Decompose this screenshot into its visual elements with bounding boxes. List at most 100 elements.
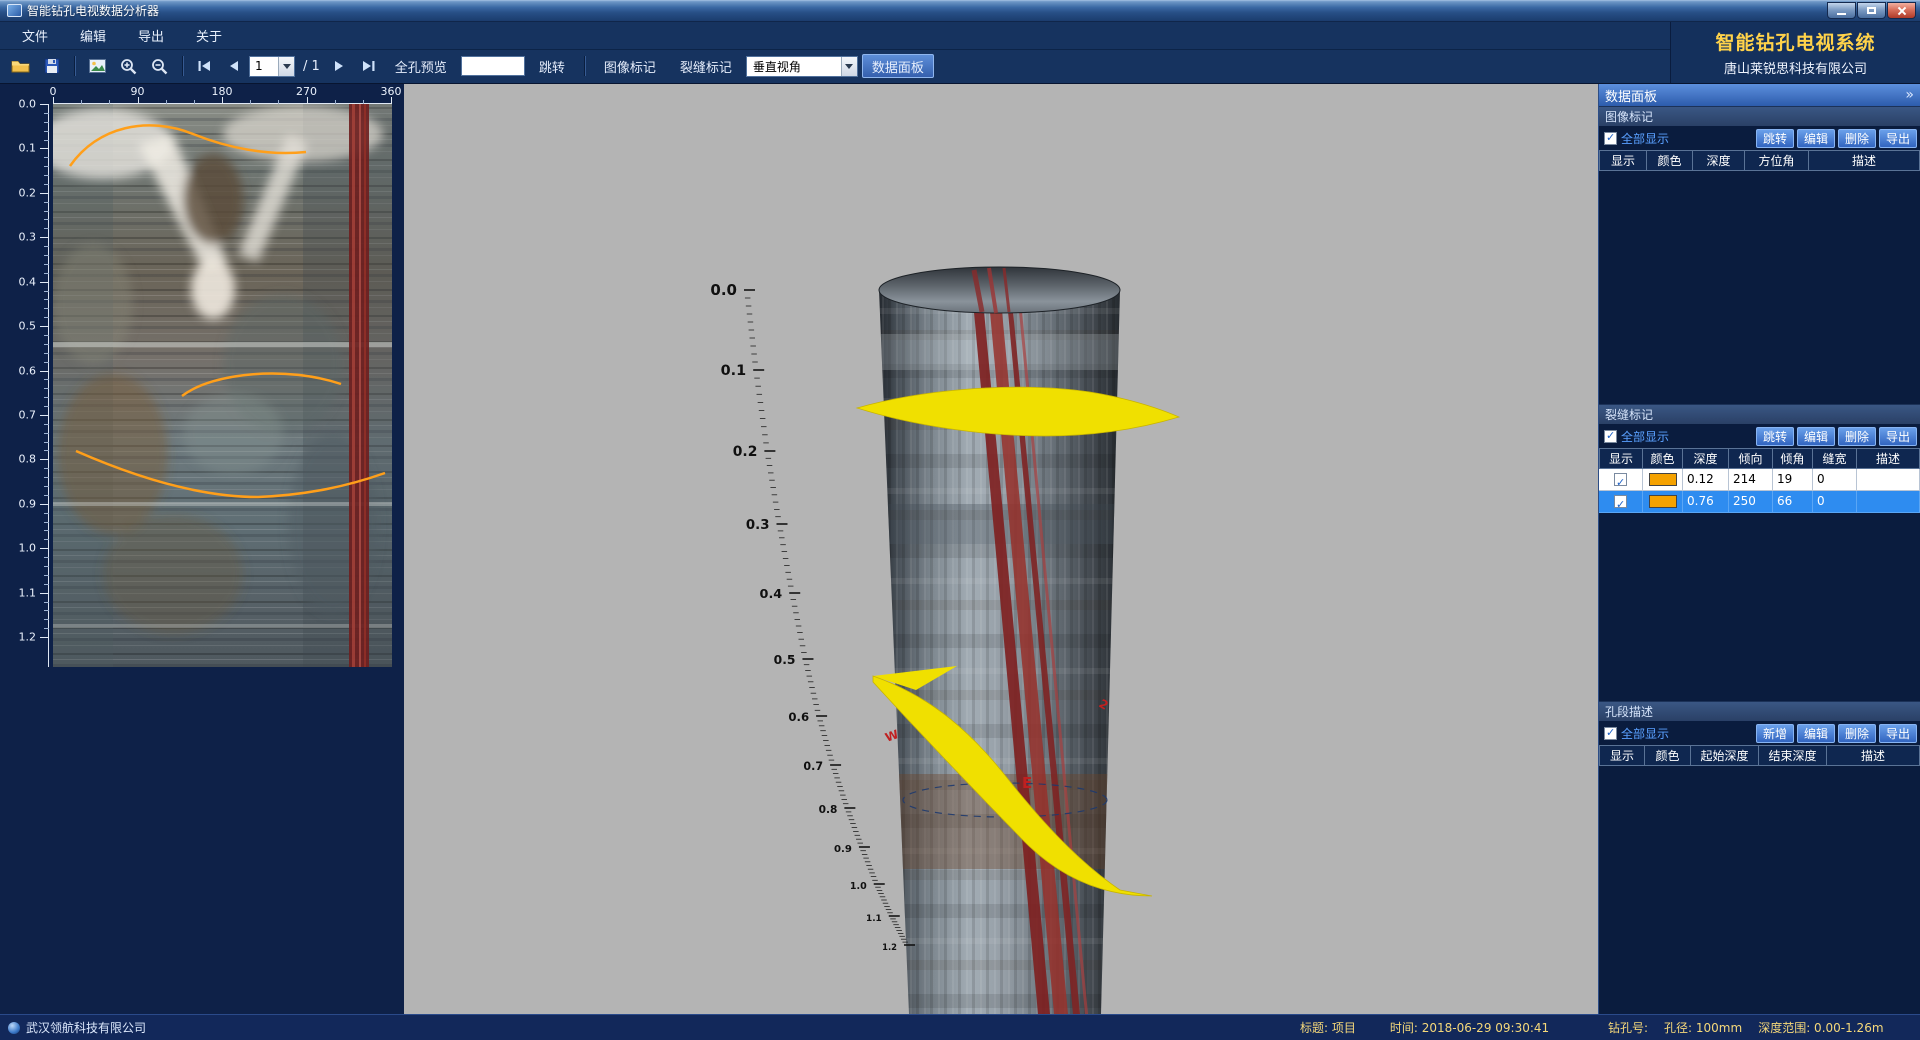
prev-page-button[interactable] (221, 54, 245, 78)
picture-icon (89, 59, 106, 73)
crack-marks-show-all[interactable]: 全部显示 (1604, 428, 1669, 445)
maximize-button[interactable] (1857, 2, 1886, 19)
crack-mark-row[interactable]: 0.12214190 (1599, 469, 1920, 491)
menu-edit[interactable]: 编辑 (66, 23, 120, 48)
segments-add-button[interactable]: 新增 (1756, 724, 1794, 743)
window-title: 智能钻孔电视数据分析器 (27, 2, 159, 19)
show-all-label: 全部显示 (1621, 725, 1669, 742)
segments-show-all[interactable]: 全部显示 (1604, 725, 1669, 742)
svg-text:0.6: 0.6 (788, 710, 809, 724)
jump-button[interactable]: 跳转 (529, 54, 575, 78)
page-select[interactable]: 1 (249, 56, 295, 77)
row-desc-cell (1857, 491, 1920, 513)
row-color-cell (1643, 491, 1683, 513)
crack-marks-button[interactable]: 裂缝标记 (670, 54, 742, 78)
svg-text:0.1: 0.1 (721, 363, 747, 379)
image-marks-jump-button[interactable]: 跳转 (1756, 129, 1794, 148)
svg-text:1.2: 1.2 (882, 942, 897, 952)
menu-file[interactable]: 文件 (8, 23, 62, 48)
row-color-swatch[interactable] (1649, 473, 1677, 486)
crack-marks-export-button[interactable]: 导出 (1879, 427, 1917, 446)
depth-tick-label: 0.3 (19, 231, 37, 244)
status-time: 时间: 2018-06-29 09:30:41 (1390, 1019, 1549, 1036)
zoom-out-button[interactable] (146, 54, 173, 78)
col-end-depth: 结束深度 (1759, 745, 1827, 766)
show-all-label: 全部显示 (1621, 428, 1669, 445)
company-logo-icon (8, 1022, 20, 1034)
svg-text:0.7: 0.7 (803, 760, 823, 773)
preview-image-button[interactable] (84, 54, 111, 78)
crack-mark-row[interactable]: 0.76250660 (1599, 491, 1920, 513)
toolbar: 1 / 1 全孔预览 跳转 图像标记 裂缝标记 垂直视角 (0, 50, 1670, 83)
row-dip-angle-cell: 66 (1773, 491, 1813, 513)
col-desc: 描述 (1827, 745, 1920, 766)
close-button[interactable] (1887, 2, 1916, 19)
row-show-cell (1599, 491, 1643, 513)
segments-delete-button[interactable]: 删除 (1838, 724, 1876, 743)
depth-tick-label: 1.1 (19, 586, 37, 599)
segments-table-body (1599, 766, 1920, 1014)
segments-edit-button[interactable]: 编辑 (1797, 724, 1835, 743)
data-panel-title: 数据面板 (1605, 86, 1657, 105)
image-marks-export-button[interactable]: 导出 (1879, 129, 1917, 148)
segments-show-all-checkbox[interactable] (1604, 727, 1617, 740)
col-dip-angle: 倾角 (1773, 448, 1813, 469)
open-file-button[interactable] (6, 54, 35, 78)
borehole-core-cylinder[interactable] (834, 264, 1174, 1014)
menu-export[interactable]: 导出 (124, 23, 178, 48)
azimuth-scale: 090180270360 (53, 84, 392, 104)
save-button[interactable] (39, 54, 65, 78)
statusbar: 武汉领航科技有限公司 标题: 项目 时间: 2018-06-29 09:30:4… (0, 1014, 1920, 1040)
zoom-in-icon (120, 58, 137, 75)
image-marks-delete-button[interactable]: 删除 (1838, 129, 1876, 148)
crack-marks-section: 裂缝标记 全部显示 跳转 编辑 删除 导出 显示 颜色 (1599, 404, 1920, 701)
svg-text:0.4: 0.4 (760, 587, 783, 602)
row-color-swatch[interactable] (1649, 495, 1677, 508)
row-visible-checkbox[interactable] (1614, 495, 1627, 508)
crack-marks-jump-button[interactable]: 跳转 (1756, 427, 1794, 446)
last-page-button[interactable] (356, 54, 381, 78)
next-page-button[interactable] (328, 54, 352, 78)
crack-marks-header: 裂缝标记 (1599, 404, 1920, 424)
segments-section: 孔段描述 全部显示 新增 编辑 删除 导出 显示 颜色 (1599, 701, 1920, 1014)
view-angle-arrow-icon (841, 57, 857, 76)
crack-marks-delete-button[interactable]: 删除 (1838, 427, 1876, 446)
crack-marks-edit-button[interactable]: 编辑 (1797, 427, 1835, 446)
image-marks-button[interactable]: 图像标记 (594, 54, 666, 78)
zoom-in-button[interactable] (115, 54, 142, 78)
depth-tick-label: 0.5 (19, 320, 37, 333)
col-azimuth: 方位角 (1745, 150, 1809, 171)
data-panel-header[interactable]: 数据面板 » (1599, 84, 1920, 106)
toolbar-separator (182, 56, 183, 76)
data-panel: 数据面板 » 图像标记 全部显示 跳转 编辑 删除 导出 (1598, 84, 1920, 1014)
menu-about[interactable]: 关于 (182, 23, 236, 48)
full-preview-button[interactable]: 全孔预览 (385, 54, 457, 78)
col-crack-width: 缝宽 (1813, 448, 1857, 469)
data-panel-toggle-button[interactable]: 数据面板 (862, 54, 934, 78)
jump-input[interactable] (461, 56, 525, 76)
floppy-icon (44, 58, 60, 74)
col-depth: 深度 (1693, 150, 1745, 171)
crack-marks-table-header: 显示 颜色 深度 倾向 倾角 缝宽 描述 (1599, 448, 1920, 469)
image-marks-show-all-checkbox[interactable] (1604, 132, 1617, 145)
status-diameter: 孔径: 100mm (1664, 1019, 1742, 1036)
row-show-cell (1599, 469, 1643, 491)
brand-title: 智能钻孔电视系统 (1715, 28, 1875, 55)
image-marks-edit-button[interactable]: 编辑 (1797, 129, 1835, 148)
image-marks-show-all[interactable]: 全部显示 (1604, 130, 1669, 147)
first-page-button[interactable] (192, 54, 217, 78)
crack-marks-show-all-checkbox[interactable] (1604, 430, 1617, 443)
depth-tick-label: 0.4 (19, 275, 37, 288)
borehole-unrolled-image[interactable] (53, 104, 392, 667)
row-visible-checkbox[interactable] (1614, 473, 1627, 486)
image-marks-section: 图像标记 全部显示 跳转 编辑 删除 导出 显示 颜色 (1599, 106, 1920, 404)
red-vein-stripe-2d (349, 104, 369, 667)
segments-export-button[interactable]: 导出 (1879, 724, 1917, 743)
view-angle-select[interactable]: 垂直视角 (746, 56, 858, 77)
row-dip-direction-cell: 250 (1729, 491, 1773, 513)
depth-scale-2d: 0.00.10.20.30.40.50.60.70.80.91.01.11.2 (0, 104, 53, 704)
minimize-button[interactable] (1827, 2, 1856, 19)
segments-header: 孔段描述 (1599, 701, 1920, 721)
collapse-panel-icon[interactable]: » (1905, 87, 1914, 103)
viewport-3d[interactable]: 0.00.10.20.30.40.50.60.70.80.91.01.11.2 … (404, 84, 1598, 1014)
